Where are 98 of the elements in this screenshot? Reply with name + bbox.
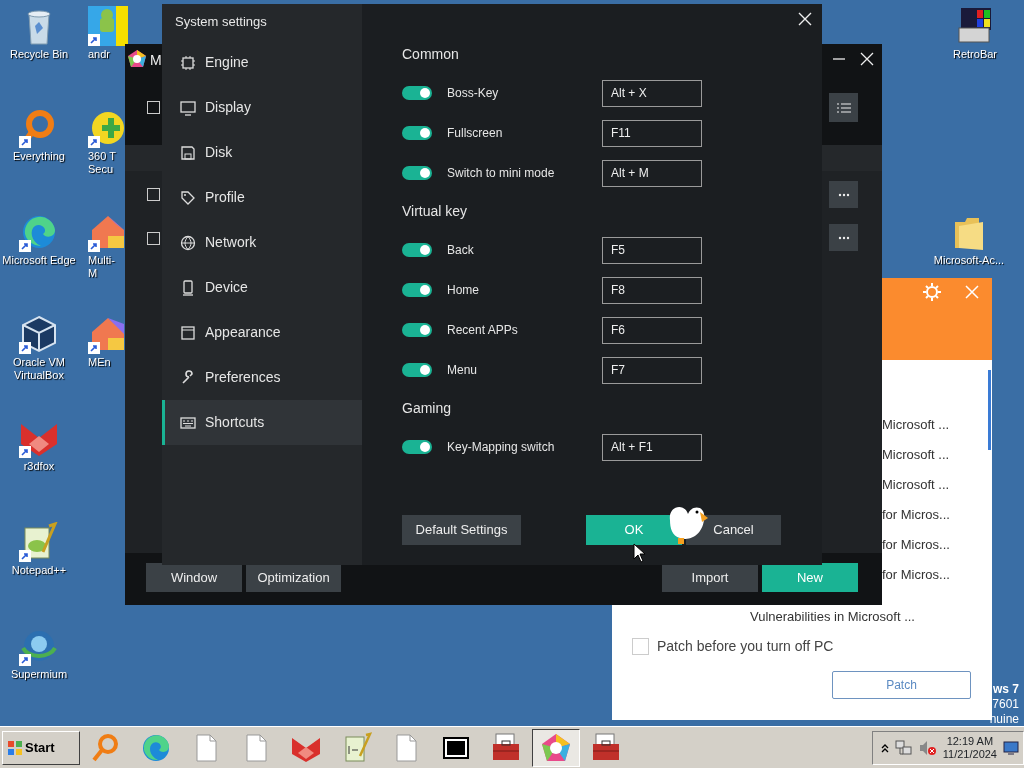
system-notice-text: ws 7	[993, 681, 1019, 698]
dialog-button[interactable]: Default Settings	[402, 515, 521, 545]
phone-icon	[180, 279, 196, 296]
icon-label: Microsoft-Ac...	[933, 254, 1005, 267]
setting-label: Switch to mini mode	[447, 165, 556, 182]
more-icon	[837, 192, 850, 197]
icon-label: Multi-M	[88, 254, 116, 280]
icon-label: MEn	[88, 356, 111, 369]
icon-label: Recycle Bin	[9, 48, 69, 61]
checkbox-label: Patch before you turn off PC	[657, 637, 834, 656]
list-cell-text: for Micros...	[882, 536, 950, 554]
setting-label: Key-Mapping switch	[447, 439, 556, 456]
setting-label: Boss-Key	[447, 85, 500, 102]
toggle-switch[interactable]	[402, 323, 432, 337]
section-heading: Common	[402, 45, 460, 64]
shortcut-field[interactable]: F5	[602, 236, 702, 264]
setting-label: Fullscreen	[447, 125, 504, 142]
shortcut-field[interactable]: F11	[602, 119, 702, 147]
list-cell-text: Microsoft ...	[882, 476, 950, 494]
setting-label: Recent APPs	[447, 322, 519, 339]
icon-label: Everything	[13, 150, 65, 163]
dialog-button[interactable]: Window	[146, 563, 242, 592]
start-button[interactable]: Start	[2, 730, 80, 765]
window-icon	[180, 324, 196, 341]
icon-label: Microsoft Edge	[2, 254, 76, 267]
setting-label: Home	[447, 282, 480, 299]
list-cell-text: Vulnerabilities in Microsoft ...	[750, 608, 915, 626]
list-cell-text: for Micros...	[882, 506, 950, 524]
shortcut-field[interactable]: Alt + X	[602, 79, 702, 107]
sidebar-item[interactable]: Display	[162, 85, 362, 130]
patch-button[interactable]: Patch	[832, 671, 971, 699]
icon-label: 360 T Secu	[88, 150, 117, 176]
sidebar-item[interactable]: Shortcuts	[162, 400, 362, 445]
sidebar-item[interactable]: Engine	[162, 40, 362, 85]
sidebar-item[interactable]: Device	[162, 265, 362, 310]
shortcut-field[interactable]: F8	[602, 276, 702, 304]
icon-label: Oracle VM VirtualBox	[12, 356, 66, 382]
windows-logo-icon	[7, 739, 23, 756]
list-cell-text: Microsoft ...	[882, 446, 950, 464]
toggle-switch[interactable]	[402, 243, 432, 257]
close-icon[interactable]	[860, 52, 874, 66]
window-title: M	[150, 51, 162, 70]
close-icon[interactable]	[798, 12, 812, 26]
system-notice-text: 7601	[992, 696, 1019, 713]
icon-label: r3dfox	[23, 460, 55, 473]
monitor-icon	[180, 99, 196, 116]
more-icon	[837, 235, 850, 240]
shortcut-field[interactable]: Alt + F1	[602, 433, 702, 461]
dialog-button[interactable]: Import	[662, 563, 758, 592]
clock[interactable]: 12:19 AM 11/21/2024	[942, 734, 997, 761]
cursor-icon	[633, 543, 647, 563]
shortcut-field[interactable]: F7	[602, 356, 702, 384]
sidebar-item[interactable]: Network	[162, 220, 362, 265]
icon-label: Notepad++	[11, 564, 67, 577]
section-heading: Gaming	[402, 399, 453, 418]
checkbox[interactable]	[147, 232, 160, 245]
wrench-icon	[180, 369, 196, 386]
icon-label: andr	[88, 48, 111, 61]
toggle-switch[interactable]	[402, 86, 432, 100]
setting-label: Back	[447, 242, 475, 259]
dialog-button[interactable]: Optimization	[246, 563, 341, 592]
tag-icon	[180, 189, 196, 206]
shortcut-field[interactable]: Alt + M	[602, 159, 702, 187]
app-logo-icon[interactable]	[540, 731, 572, 764]
show-desktop-icon[interactable]	[1003, 740, 1019, 755]
globe-icon	[180, 234, 196, 251]
icon-label: Supermium	[10, 668, 68, 681]
toggle-switch[interactable]	[402, 283, 432, 297]
robot-icon[interactable]	[88, 6, 128, 46]
network-icon[interactable]	[894, 739, 913, 756]
scrollbar[interactable]	[988, 370, 991, 450]
icon-label: RetroBar	[953, 48, 997, 61]
toggle-switch[interactable]	[402, 440, 432, 454]
toggle-switch[interactable]	[402, 126, 432, 140]
chevron-up-icon[interactable]	[880, 742, 889, 753]
chip-icon	[180, 54, 196, 71]
notepad-icon[interactable]	[19, 522, 59, 562]
checkbox[interactable]	[147, 188, 160, 201]
sidebar-item[interactable]: Disk	[162, 130, 362, 175]
checkbox[interactable]	[147, 101, 160, 114]
list-cell-text: Microsoft ...	[882, 416, 950, 434]
sidebar-item[interactable]: Preferences	[162, 355, 362, 400]
checkbox[interactable]	[632, 638, 649, 655]
dialog-title: System settings	[174, 13, 268, 31]
toggle-switch[interactable]	[402, 166, 432, 180]
sidebar-item[interactable]: Appearance	[162, 310, 362, 355]
toggle-switch[interactable]	[402, 363, 432, 377]
shortcut-field[interactable]: F6	[602, 316, 702, 344]
list-icon	[836, 102, 851, 113]
keyboard-icon	[180, 414, 196, 431]
sidebar-item[interactable]: Profile	[162, 175, 362, 220]
muted-speaker-icon[interactable]	[918, 739, 937, 756]
list-cell-text: for Micros...	[882, 566, 950, 584]
section-heading: Virtual key	[402, 202, 469, 221]
setting-label: Menu	[447, 362, 479, 379]
app-logo-icon	[127, 49, 147, 69]
cube-icon[interactable]	[19, 314, 59, 354]
menu-button[interactable]	[829, 93, 858, 122]
